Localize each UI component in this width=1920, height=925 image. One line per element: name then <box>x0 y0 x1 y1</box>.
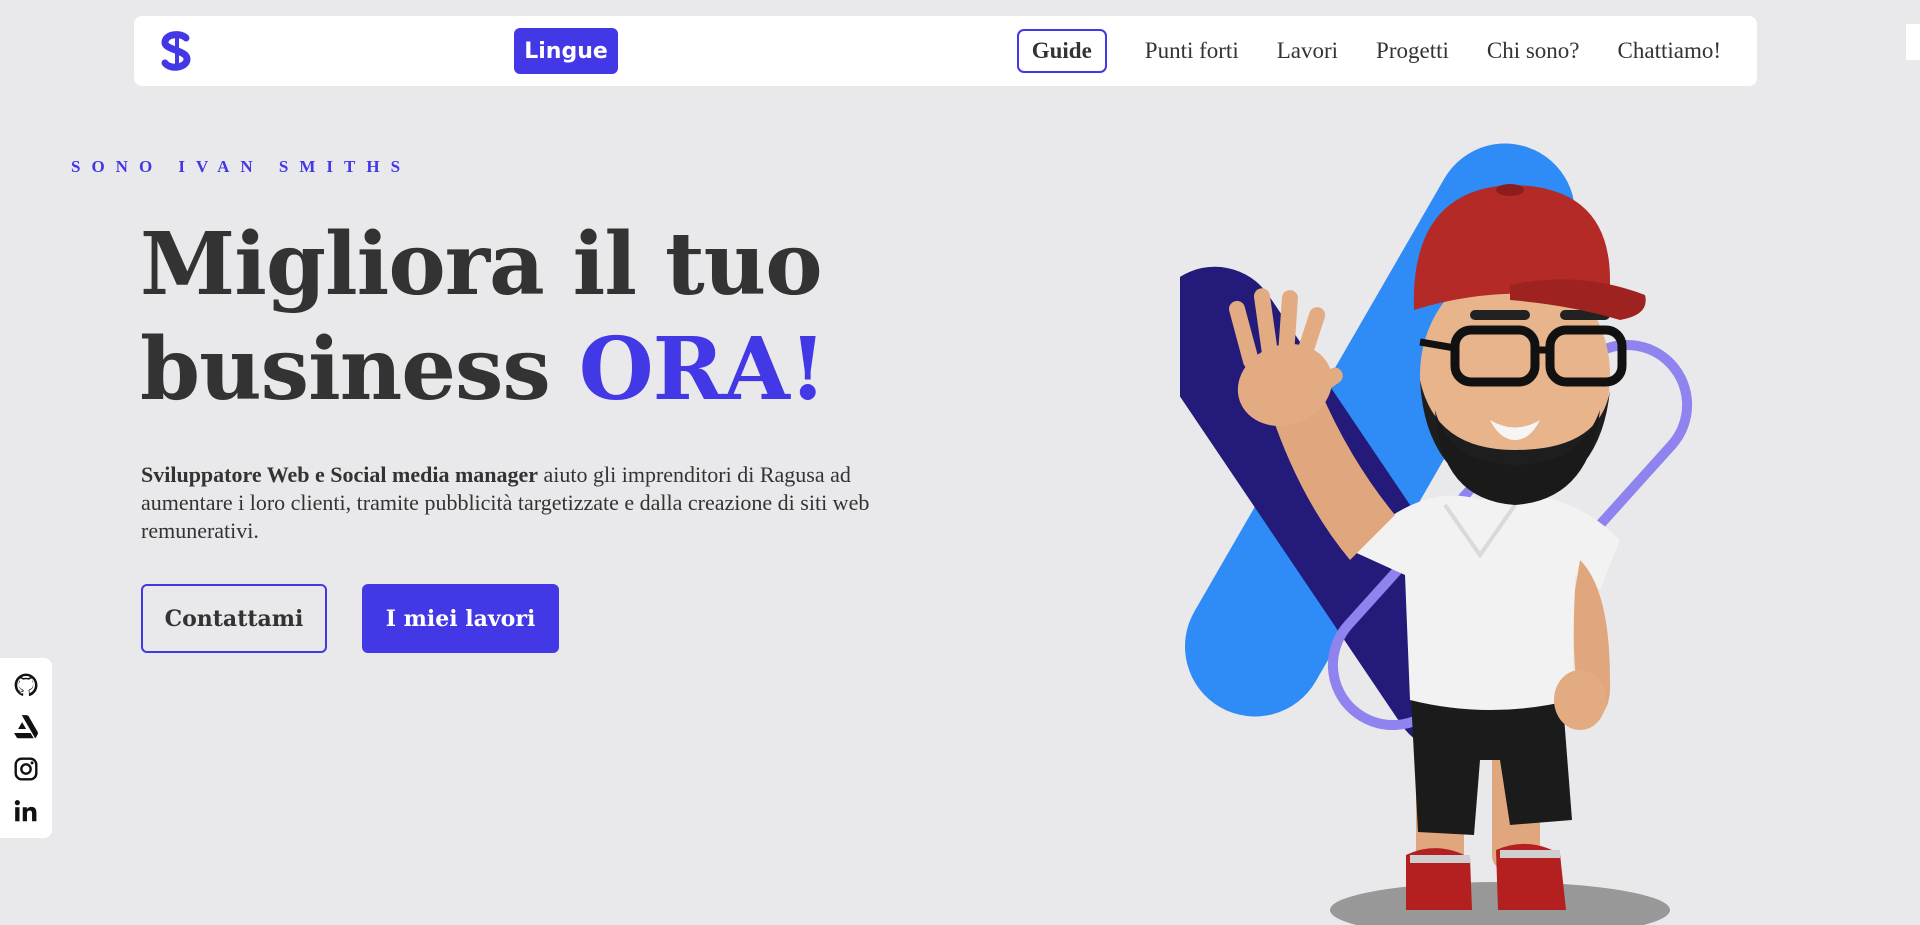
nav-guide[interactable]: Guide <box>1016 29 1107 73</box>
main-nav: Guide Punti forti Lavori Progetti Chi so… <box>1016 29 1721 73</box>
page-edge-marker <box>1906 24 1920 60</box>
instagram-icon[interactable] <box>13 756 39 782</box>
social-sidebar <box>0 658 52 838</box>
hero-eyebrow: SONO IVAN SMITHS <box>71 157 412 176</box>
top-navigation-bar: Lingue Guide Punti forti Lavori Progetti… <box>134 16 1757 86</box>
artstation-icon[interactable] <box>13 714 39 740</box>
nav-chi-sono[interactable]: Chi sono? <box>1487 38 1580 64</box>
linkedin-icon[interactable] <box>13 798 39 824</box>
headline-accent: ORA! <box>578 319 827 420</box>
hero-intro: Sviluppatore Web e Social media manager … <box>141 461 881 545</box>
avatar-illustration <box>1180 143 1693 925</box>
headline-line-2: business <box>140 319 579 420</box>
language-button[interactable]: Lingue <box>514 28 618 74</box>
nav-chattiamo[interactable]: Chattiamo! <box>1618 38 1721 64</box>
nav-lavori[interactable]: Lavori <box>1277 38 1338 64</box>
intro-bold: Sviluppatore Web e Social media manager <box>141 462 539 487</box>
github-icon[interactable] <box>13 672 39 698</box>
headline-line-1: Migliora il tuo <box>140 214 823 315</box>
contact-button[interactable]: Contattami <box>141 584 327 653</box>
nav-punti-forti[interactable]: Punti forti <box>1145 38 1239 64</box>
brand-logo-icon[interactable] <box>156 30 196 72</box>
hero-headline: Migliora il tuo business ORA! <box>140 212 900 422</box>
nav-progetti[interactable]: Progetti <box>1376 38 1449 64</box>
my-works-button[interactable]: I miei lavori <box>362 584 559 653</box>
